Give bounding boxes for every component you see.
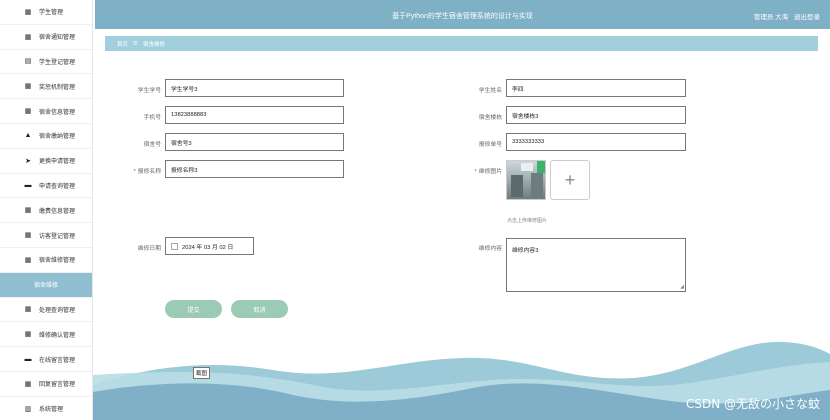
grid-icon: ▦ [24, 232, 32, 240]
sidebar-item[interactable]: ▦ 宿舍通知管理 [0, 25, 92, 50]
grid-icon: ▦ [24, 331, 32, 339]
grid-icon: ▦ [24, 380, 32, 388]
bars-icon: ▥ [24, 405, 32, 413]
sidebar-item-label: 宿舍信息管理 [39, 109, 76, 116]
grid-icon: ▦ [24, 8, 32, 16]
monitor-icon: ▬ [24, 181, 32, 189]
phone-field[interactable]: 13823888883 [165, 106, 344, 124]
phone-label: 手机号 [143, 115, 161, 121]
room-no-field[interactable]: 宿舍号3 [165, 133, 344, 151]
repair-date-value: 2024 年 03 月 02 日 [182, 244, 234, 251]
building-field[interactable]: 宿舍楼栋3 [506, 106, 686, 124]
student-name-field[interactable]: 李四 [506, 79, 686, 97]
sidebar-item[interactable]: ▦ 处理查询管理 [0, 298, 92, 323]
sidebar: ▦ 学生管理 ▦ 宿舍通知管理 ▤ 学生登记管理 ▦ 奖惩机制管理 ▦ 宿舍信息管理 ▲ 宿舍缴纳管理… [0, 0, 93, 420]
sidebar-item-label: 学生登记管理 [39, 59, 76, 66]
submit-button[interactable]: 提交 [165, 300, 222, 318]
app-title: 基于Python的学生宿舍管理系统的设计与实现 [392, 13, 533, 20]
sidebar-item[interactable]: ▦ 缴费信息管理 [0, 198, 92, 224]
sidebar-item[interactable]: ▦ 访客登记管理 [0, 223, 92, 248]
repair-image-label: * 维修图片 [474, 169, 502, 175]
sidebar-item[interactable]: ▦ 回复留言管理 [0, 372, 92, 397]
repair-content-label: 维修内容 [478, 246, 502, 252]
sidebar-item[interactable]: ▦ 奖惩机制管理 [0, 74, 92, 100]
upload-plus-button[interactable]: + [550, 160, 590, 200]
sidebar-item-label: 申请查询管理 [39, 183, 76, 190]
sidebar-item[interactable]: ➤ 更换申请管理 [0, 149, 92, 174]
sidebar-item[interactable]: ▬ 申请查询管理 [0, 174, 92, 199]
sidebar-item-label: 更换申请管理 [39, 159, 76, 166]
sidebar-item-label: 回复留言管理 [39, 382, 76, 389]
grid-icon: ▦ [24, 33, 32, 41]
repair-name-field[interactable]: 报修名称3 [165, 160, 344, 178]
sidebar-item[interactable]: ▬ 在线留言管理 [0, 347, 92, 372]
calendar-icon [171, 242, 178, 250]
student-id-field[interactable]: 学生学号3 [165, 79, 344, 97]
sidebar-item[interactable]: ▲ 宿舍缴纳管理 [0, 124, 92, 149]
sidebar-item[interactable]: ▦ 宿舍维修管理 [0, 248, 92, 273]
sidebar-item-label: 宿舍维修 [33, 283, 58, 290]
resize-handle-icon[interactable]: ◢ [680, 284, 684, 290]
sidebar-item-label: 缴费信息管理 [39, 208, 76, 215]
repair-no-label: 报修单号 [478, 142, 502, 148]
sidebar-item[interactable]: ▦ 学生管理 [0, 0, 92, 25]
logout-link[interactable]: 退出登录 [794, 14, 820, 21]
repair-date-label: 维修日期 [137, 246, 161, 252]
breadcrumb-current: 宿舍维修 [142, 41, 165, 48]
student-id-label: 学生学号 [137, 88, 161, 94]
building-label: 宿舍楼栋 [478, 115, 502, 121]
sidebar-item-label: 奖惩机制管理 [39, 84, 76, 91]
watermark: CSDN @无敌の小さな蚊 [685, 397, 820, 411]
breadcrumb-separator-icon: ☰ [133, 40, 138, 47]
clipboard-icon: ▤ [24, 58, 32, 66]
sidebar-item-label: 处理查询管理 [39, 307, 76, 314]
send-icon: ➤ [25, 157, 31, 165]
sidebar-item-label: 维修确认管理 [39, 332, 76, 339]
repair-content-textarea[interactable]: 维修内容3 ◢ [506, 238, 686, 292]
monitor-icon: ▬ [24, 355, 32, 363]
required-mark: * [474, 169, 477, 175]
repair-content-value: 维修内容3 [512, 248, 539, 254]
sidebar-item-label: 宿舍缴纳管理 [39, 134, 76, 141]
sidebar-item[interactable]: ▤ 学生登记管理 [0, 50, 92, 75]
sidebar-item[interactable]: 宿舍维修 [0, 272, 92, 298]
grid-icon: ▦ [24, 256, 32, 264]
cancel-button[interactable]: 取消 [231, 300, 288, 318]
required-mark: * [133, 169, 136, 175]
breadcrumb: 首页 ☰ 宿舍维修 [105, 36, 818, 51]
repair-name-label: * 报修名称 [133, 169, 161, 175]
room-no-label: 宿舍号 [143, 142, 161, 148]
screenshot-tag: 截图 [193, 367, 211, 379]
repair-image-thumbnail[interactable] [506, 160, 546, 200]
sidebar-item-label: 在线留言管理 [39, 357, 76, 364]
grid-icon: ▦ [24, 207, 32, 215]
repair-no-field[interactable]: 3333333333 [506, 133, 686, 151]
sidebar-item[interactable]: ▦ 维修确认管理 [0, 322, 92, 348]
top-header: 基于Python的学生宿舍管理系统的设计与实现 管理员 大海 退出登录 [95, 0, 830, 29]
thumbs-up-icon: ▲ [24, 132, 32, 140]
sidebar-item[interactable]: ▥ 系统管理 [0, 397, 92, 420]
sidebar-item-label: 学生管理 [39, 10, 64, 17]
grid-icon: ▦ [24, 306, 32, 314]
grid-icon: ▦ [24, 108, 32, 116]
user-area: 管理员 大海 退出登录 [754, 11, 820, 21]
sidebar-item-label: 访客登记管理 [39, 233, 76, 240]
sidebar-item-label: 宿舍通知管理 [39, 35, 76, 42]
student-name-label: 学生姓名 [478, 88, 502, 94]
repair-date-picker[interactable]: 2024 年 03 月 02 日 [165, 237, 254, 255]
sidebar-item[interactable]: ▦ 宿舍信息管理 [0, 99, 92, 124]
grid-icon: ▦ [24, 83, 32, 91]
upload-hint: 点击上传维修图片 [507, 218, 548, 224]
user-label: 管理员 大海 [753, 14, 789, 21]
sidebar-item-label: 系统管理 [39, 407, 64, 414]
sidebar-item-label: 宿舍维修管理 [39, 258, 76, 265]
breadcrumb-home[interactable]: 首页 [117, 40, 128, 48]
